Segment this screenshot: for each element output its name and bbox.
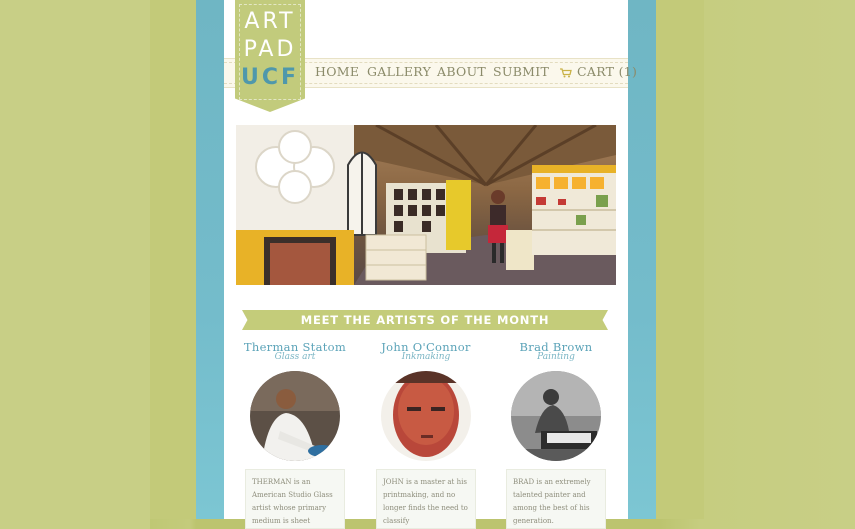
artist-photo-glass xyxy=(250,371,340,461)
background-stripe-left xyxy=(150,0,196,519)
artist-photo-painting xyxy=(511,371,601,461)
artists-banner-title: MEET THE ARTISTS OF THE MONTH xyxy=(300,313,550,327)
logo-text-line3: UCF xyxy=(240,65,300,90)
artist-photo-ink xyxy=(381,371,471,461)
artist-avatar[interactable] xyxy=(511,371,601,461)
cart-label: CART (1) xyxy=(577,64,638,79)
logo-text-line2: PAD xyxy=(243,37,297,62)
background-stripe-right xyxy=(656,0,704,519)
artist-bio: JOHN is a master at his printmaking, and… xyxy=(376,469,476,529)
artist-medium: Glass art xyxy=(274,352,316,362)
nav-gallery-link[interactable]: GALLERY xyxy=(367,64,431,79)
gallery-hero-image xyxy=(236,125,616,285)
artist-avatar[interactable] xyxy=(381,371,471,461)
artist-medium: Inkmaking xyxy=(401,352,451,362)
artist-bio: BRAD is an extremely talented painter an… xyxy=(506,469,606,529)
nav-about-link[interactable]: ABOUT xyxy=(437,64,486,79)
nav-submit-link[interactable]: SUBMIT xyxy=(493,64,549,79)
cart-icon xyxy=(560,68,572,78)
artist-medium: Painting xyxy=(537,352,575,362)
artist-bio: THERMAN is an American Studio Glass arti… xyxy=(245,469,345,529)
logo-text-line1: ART xyxy=(244,9,296,34)
artist-avatar[interactable] xyxy=(250,371,340,461)
nav-home-link[interactable]: HOME xyxy=(315,64,359,79)
gallery-interior-illustration xyxy=(236,125,616,285)
